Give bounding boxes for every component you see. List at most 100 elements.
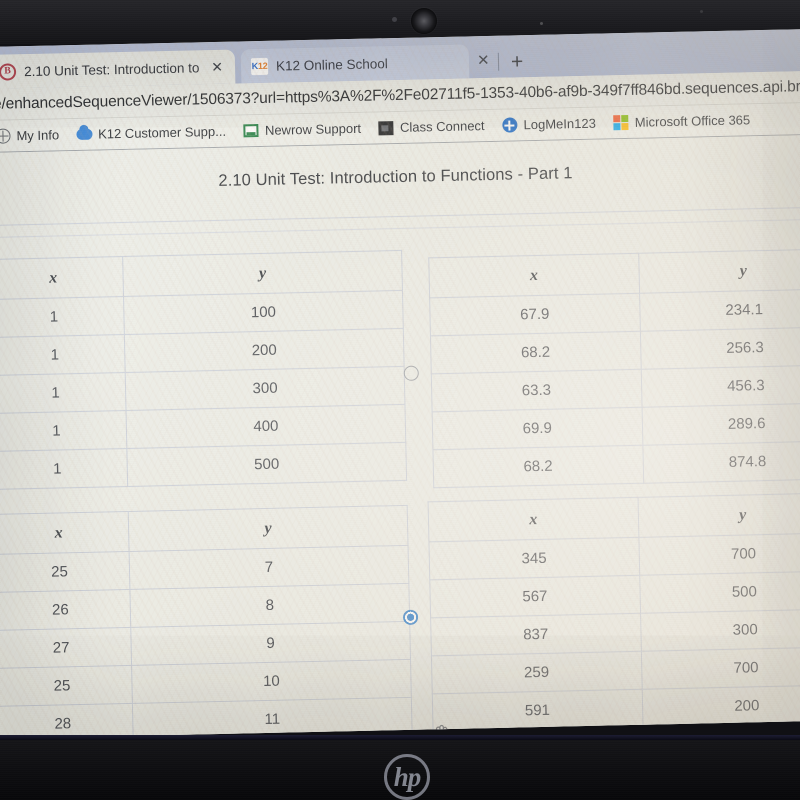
cell-x: 1 bbox=[0, 372, 127, 414]
data-table-b: x y 67.9 234.1 68.2 256.3 63.3 456.3 69.… bbox=[428, 248, 800, 488]
k12-icon: K 12 bbox=[250, 57, 269, 75]
cell-x: 68.2 bbox=[432, 445, 644, 488]
answer-option-b[interactable]: x y 67.9 234.1 68.2 256.3 63.3 456.3 69.… bbox=[401, 248, 800, 489]
plus-circle-icon bbox=[501, 117, 518, 133]
cell-y: 400 bbox=[126, 404, 406, 449]
cell-x: 1 bbox=[0, 410, 127, 452]
new-tab-button[interactable]: + bbox=[511, 50, 524, 73]
cell-y: 300 bbox=[640, 608, 800, 652]
radio-option-b[interactable] bbox=[403, 365, 419, 381]
cell-y: 456.3 bbox=[640, 364, 800, 408]
bookmark-my-info[interactable]: My Info bbox=[0, 127, 59, 144]
globe-icon bbox=[0, 128, 11, 144]
screen-icon bbox=[378, 120, 394, 136]
cell-y: 289.6 bbox=[641, 402, 800, 446]
data-table-d: x y 345 700 567 500 837 300 259 700 591 … bbox=[428, 492, 800, 732]
cell-x: 567 bbox=[429, 575, 641, 618]
column-header-x: x bbox=[0, 511, 130, 555]
bookmark-class-connect[interactable]: Class Connect bbox=[378, 118, 485, 136]
tab-divider bbox=[497, 52, 500, 71]
cloud-icon bbox=[75, 126, 93, 142]
bookmark-newrow-support[interactable]: Newrow Support bbox=[243, 120, 361, 139]
webcam-led-icon bbox=[392, 17, 397, 22]
column-header-y: y bbox=[128, 505, 409, 552]
column-header-y: y bbox=[122, 250, 403, 297]
answer-option-d[interactable]: x y 345 700 567 500 837 300 259 700 591 … bbox=[401, 492, 800, 733]
cell-x: 28 bbox=[0, 703, 134, 739]
cell-y: 200 bbox=[641, 684, 800, 728]
tab-close-icon[interactable]: ✕ bbox=[477, 51, 490, 69]
cell-y: 874.8 bbox=[642, 440, 800, 484]
data-table-a: x y 1 100 1 200 1 300 1 400 1 500 bbox=[0, 250, 407, 490]
bookmark-k12-customer-support[interactable]: K12 Customer Supp... bbox=[75, 123, 227, 142]
bookmark-label: Class Connect bbox=[399, 118, 485, 135]
bookmark-label: Newrow Support bbox=[264, 120, 362, 138]
cell-x: 591 bbox=[432, 689, 643, 732]
answer-option-c[interactable]: x y 25 7 26 8 27 9 25 10 28 11 bbox=[0, 505, 413, 739]
column-header-y: y bbox=[638, 248, 800, 294]
cell-y: 256.3 bbox=[639, 326, 800, 370]
column-header-y: y bbox=[637, 492, 800, 538]
quiz-page: 2.10 Unit Test: Introduction to Function… bbox=[0, 135, 800, 739]
table-row: 68.2 874.8 bbox=[432, 440, 800, 488]
browser-tab-inactive[interactable]: K 12 K12 Online School bbox=[240, 44, 470, 84]
cell-y: 7 bbox=[129, 545, 409, 590]
microsoft-icon bbox=[613, 114, 629, 131]
cell-x: 63.3 bbox=[431, 369, 642, 412]
bookmark-label: K12 Customer Supp... bbox=[97, 123, 227, 142]
cell-y: 9 bbox=[130, 621, 411, 666]
tab-close-icon[interactable]: ✕ bbox=[209, 58, 225, 75]
column-header-x: x bbox=[428, 497, 639, 542]
divider bbox=[0, 207, 800, 227]
cell-x: 27 bbox=[0, 627, 132, 669]
laptop-bottom-bezel: hp bbox=[0, 740, 800, 800]
cell-x: 345 bbox=[428, 537, 640, 580]
monitor-icon bbox=[243, 123, 259, 139]
cell-x: 1 bbox=[0, 448, 128, 490]
cell-y: 700 bbox=[640, 646, 800, 690]
column-header-x: x bbox=[0, 256, 124, 300]
webcam-icon bbox=[411, 8, 437, 34]
cell-y: 100 bbox=[123, 290, 404, 335]
cell-x: 837 bbox=[430, 613, 641, 656]
cell-x: 25 bbox=[0, 665, 133, 707]
browser-tab-active[interactable]: B 2.10 Unit Test: Introduction to Fu ✕ bbox=[0, 49, 236, 89]
tab-title: 2.10 Unit Test: Introduction to Fu bbox=[23, 59, 202, 79]
cell-x: 259 bbox=[431, 651, 642, 694]
bezel-speck bbox=[700, 10, 703, 13]
cell-x: 25 bbox=[0, 551, 130, 593]
table-row: 1 500 bbox=[0, 442, 407, 490]
cell-y: 8 bbox=[129, 583, 410, 628]
cell-x: 1 bbox=[0, 334, 126, 376]
bookmark-microsoft-office-365[interactable]: Microsoft Office 365 bbox=[613, 112, 751, 131]
cell-x: 26 bbox=[0, 589, 131, 631]
answer-options: x y 1 100 1 200 1 300 1 400 1 500 x y 67… bbox=[0, 231, 800, 739]
cell-y: 500 bbox=[126, 442, 407, 487]
hp-logo: hp bbox=[384, 754, 430, 800]
cell-y: 300 bbox=[125, 366, 405, 411]
cell-y: 200 bbox=[124, 328, 405, 373]
cell-y: 500 bbox=[639, 570, 800, 614]
laptop-screen: B 2.10 Unit Test: Introduction to Fu ✕ K… bbox=[0, 29, 800, 739]
radio-option-d[interactable] bbox=[402, 609, 419, 625]
cell-y: 234.1 bbox=[639, 288, 800, 332]
table-row: 591 200 bbox=[432, 684, 800, 732]
bezel-speck bbox=[540, 22, 543, 25]
cell-y: 11 bbox=[132, 697, 413, 739]
cell-x: 69.9 bbox=[432, 407, 643, 450]
answer-option-a[interactable]: x y 1 100 1 200 1 300 1 400 1 500 bbox=[0, 250, 407, 491]
cell-y: 10 bbox=[131, 659, 412, 704]
cell-y: 700 bbox=[638, 532, 800, 576]
brightspace-b-icon: B bbox=[0, 62, 17, 81]
bookmark-label: Microsoft Office 365 bbox=[634, 112, 751, 130]
bookmark-label: My Info bbox=[16, 127, 60, 144]
bookmark-label: LogMeIn123 bbox=[523, 115, 596, 133]
tab-title: K12 Online School bbox=[275, 55, 388, 74]
data-table-c: x y 25 7 26 8 27 9 25 10 28 11 bbox=[0, 505, 413, 739]
laptop-photo: B 2.10 Unit Test: Introduction to Fu ✕ K… bbox=[0, 0, 800, 800]
column-header-x: x bbox=[428, 253, 640, 298]
cell-x: 67.9 bbox=[429, 293, 640, 336]
cell-x: 68.2 bbox=[430, 331, 641, 374]
cell-x: 1 bbox=[0, 296, 125, 338]
bookmark-logmein123[interactable]: LogMeIn123 bbox=[501, 115, 596, 133]
